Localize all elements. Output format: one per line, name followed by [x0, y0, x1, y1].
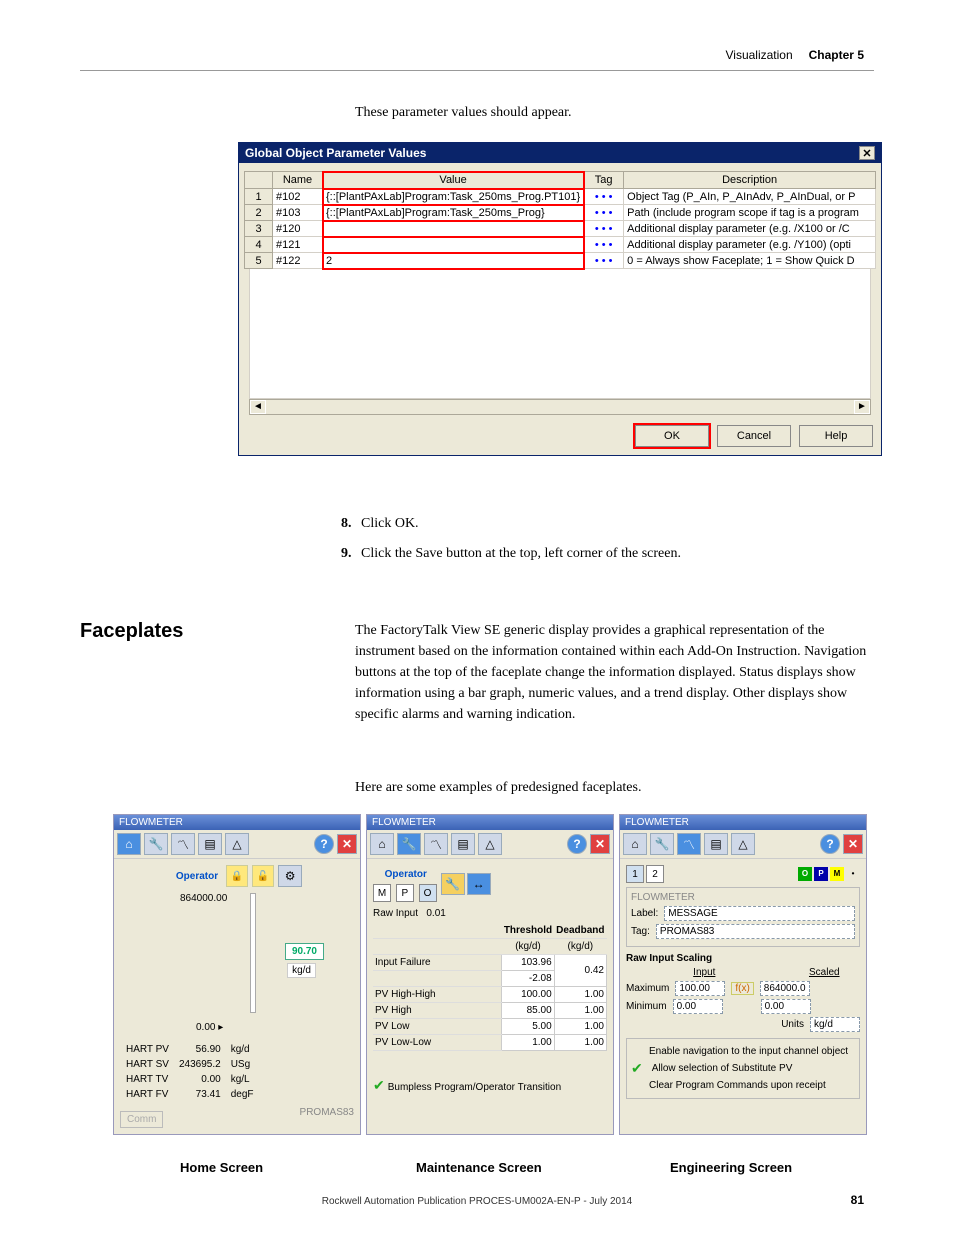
page-header: VisualizationChapter 5: [725, 48, 864, 62]
raw-label: Raw Input: [373, 908, 418, 919]
chart-icon[interactable]: ▤: [198, 833, 222, 855]
ok-button[interactable]: OK: [635, 425, 709, 447]
tag-input[interactable]: PROMAS83: [656, 924, 855, 939]
faceplate-maint: FLOWMETER ⌂ 🔧 〽 ▤ △ ? ✕ Operator M P O 🔧…: [366, 814, 614, 1135]
mode-badges: OPM•: [798, 867, 860, 881]
threshold-table: ThresholdDeadband (kg/d)(kg/d) Input Fai…: [373, 923, 607, 1051]
transfer-icon[interactable]: ↔: [467, 873, 491, 895]
raw-value: 0.01: [426, 908, 445, 919]
max-scaled[interactable]: 864000.0: [760, 981, 810, 996]
section-heading: Faceplates: [80, 620, 183, 643]
parameter-dialog: Global Object Parameter Values ✕ Name Va…: [238, 142, 882, 456]
fp-title: FLOWMETER: [367, 815, 613, 830]
grid-empty: [249, 269, 871, 399]
unlock-icon[interactable]: 🔓: [252, 865, 274, 887]
min-input[interactable]: 0.00: [673, 999, 723, 1014]
opt-clear[interactable]: Clear Program Commands upon receipt: [649, 1080, 826, 1091]
wrench-icon[interactable]: 🔧: [144, 833, 168, 855]
mode-m[interactable]: M: [373, 884, 391, 902]
label-input[interactable]: MESSAGE: [664, 906, 855, 921]
bell-icon[interactable]: △: [225, 833, 249, 855]
close-icon[interactable]: ✕: [843, 834, 863, 854]
group-label: FLOWMETER: [631, 892, 855, 903]
scroll-right-icon[interactable]: ►: [854, 400, 870, 414]
wrench-icon[interactable]: 🔧: [397, 833, 421, 855]
scroll-left-icon[interactable]: ◄: [250, 400, 266, 414]
caption-maint: Maintenance Screen: [416, 1160, 542, 1175]
tab-1[interactable]: 1: [626, 865, 644, 883]
comm-button[interactable]: Comm: [120, 1111, 163, 1128]
faceplate-home: FLOWMETER ⌂ 🔧 〽 ▤ △ ? ✕ Operator 🔒 🔓 ⚙ 8…: [113, 814, 361, 1135]
hart-table: HART PV56.90kg/d HART SV243695.2USg HART…: [120, 1041, 260, 1103]
col-value: Value: [323, 172, 584, 189]
trend-icon[interactable]: 〽: [171, 833, 195, 855]
dialog-titlebar: Global Object Parameter Values ✕: [239, 143, 881, 163]
scale-max: 864000.00: [180, 893, 227, 904]
help-button[interactable]: Help: [799, 425, 873, 447]
cancel-button[interactable]: Cancel: [717, 425, 791, 447]
help-icon[interactable]: ?: [314, 834, 334, 854]
fp-title: FLOWMETER: [114, 815, 360, 830]
bumpless-label: Bumpless Program/Operator Transition: [388, 1082, 561, 1093]
trend-icon[interactable]: 〽: [424, 833, 448, 855]
dialog-title: Global Object Parameter Values: [245, 146, 426, 160]
units-input[interactable]: kg/d: [810, 1017, 860, 1032]
operator-label: Operator: [172, 867, 222, 886]
col-tag: Tag: [584, 172, 624, 189]
faceplate-row: FLOWMETER ⌂ 🔧 〽 ▤ △ ? ✕ Operator 🔒 🔓 ⚙ 8…: [113, 814, 867, 1135]
opt-nav[interactable]: Enable navigation to the input channel o…: [649, 1046, 848, 1057]
header-rule: [80, 70, 874, 71]
scale-min: 0.00 ▸: [196, 1022, 223, 1033]
scaling-heading: Raw Input Scaling: [626, 953, 860, 964]
step-list: Click OK. Click the Save button at the t…: [355, 516, 681, 576]
tab-2[interactable]: 2: [646, 865, 664, 883]
page-number: 81: [851, 1193, 864, 1207]
chart-icon[interactable]: ▤: [704, 833, 728, 855]
faceplate-eng: FLOWMETER ⌂ 🔧 〽 ▤ △ ? ✕ 1 2 OPM• FLOWMET…: [619, 814, 867, 1135]
help-icon[interactable]: ?: [820, 834, 840, 854]
col-name: Name: [273, 172, 323, 189]
bell-icon[interactable]: △: [478, 833, 502, 855]
fx-icon: f(x): [731, 982, 753, 995]
close-icon[interactable]: ✕: [859, 146, 875, 160]
close-icon[interactable]: ✕: [337, 834, 357, 854]
opt-sub[interactable]: Allow selection of Substitute PV: [652, 1063, 793, 1074]
chart-icon[interactable]: ▤: [451, 833, 475, 855]
bargraph: [250, 893, 256, 1013]
pv-unit: kg/d: [287, 963, 316, 978]
caption-home: Home Screen: [180, 1160, 263, 1175]
h-scrollbar[interactable]: ◄►: [249, 399, 871, 415]
step-8: Click OK.: [355, 516, 681, 532]
home-icon[interactable]: ⌂: [370, 833, 394, 855]
caption-eng: Engineering Screen: [670, 1160, 792, 1175]
wrench-icon[interactable]: 🔧: [650, 833, 674, 855]
col-desc: Description: [624, 172, 876, 189]
close-icon[interactable]: ✕: [590, 834, 610, 854]
help-icon[interactable]: ?: [567, 834, 587, 854]
col-blank: [245, 172, 273, 189]
step-9: Click the Save button at the top, left c…: [355, 546, 681, 562]
intro-text: These parameter values should appear.: [355, 105, 572, 121]
mode-o[interactable]: O: [419, 884, 437, 902]
mode-p[interactable]: P: [396, 884, 414, 902]
check-icon[interactable]: ✔: [373, 1077, 385, 1093]
trend-icon[interactable]: 〽: [677, 833, 701, 855]
operator-label: Operator: [373, 865, 439, 884]
maint-icon[interactable]: 🔧: [441, 873, 465, 895]
tag-label: PROMAS83: [300, 1107, 354, 1128]
home-icon[interactable]: ⌂: [623, 833, 647, 855]
bell-icon[interactable]: △: [731, 833, 755, 855]
parameter-grid: Name Value Tag Description 1#102{::[Plan…: [244, 171, 876, 269]
min-scaled[interactable]: 0.00: [761, 999, 811, 1014]
fp-title: FLOWMETER: [620, 815, 866, 830]
section-body: The FactoryTalk View SE generic display …: [355, 620, 875, 725]
pv-value: 90.70: [285, 943, 324, 960]
lock-icon[interactable]: 🔒: [226, 865, 248, 887]
max-input[interactable]: 100.00: [675, 981, 725, 996]
gear-icon[interactable]: ⚙: [278, 865, 302, 887]
section-lead: Here are some examples of predesigned fa…: [355, 780, 641, 796]
footer-pub: Rockwell Automation Publication PROCES-U…: [0, 1196, 954, 1207]
check-icon[interactable]: ✔: [631, 1060, 643, 1077]
home-icon[interactable]: ⌂: [117, 833, 141, 855]
